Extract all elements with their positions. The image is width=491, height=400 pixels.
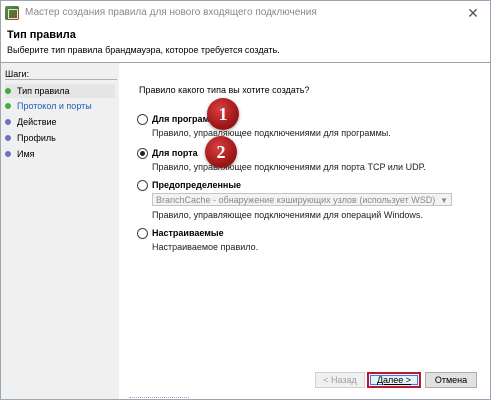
step-profile: Профиль [5,131,115,145]
cancel-button-label: Отмена [434,375,468,385]
option-program[interactable]: Для программы Правило, управляющее подкл… [137,114,477,140]
steps-label: Шаги: [5,69,30,79]
step-action: Действие [5,115,115,129]
step-label: Профиль [17,133,56,143]
option-label[interactable]: Для порта [152,148,198,158]
page-header: Тип правила Выберите тип правила брандма… [1,25,490,61]
steps-sidebar: Шаги: Тип правила Протокол и порты Дейст… [1,63,119,399]
step-pending-dot-icon [5,150,11,157]
option-description: Правило, управляющее подключениями для п… [152,128,391,138]
option-label[interactable]: Настраиваемые [152,228,224,238]
option-custom[interactable]: Настраиваемые Настраиваемое правило. [137,228,477,254]
chevron-down-icon[interactable]: ▼ [440,194,448,207]
wizard-window: Мастер создания правила для нового входя… [0,0,491,400]
step-done-dot-icon [5,102,11,109]
step-pending-dot-icon [5,134,11,141]
steps-divider [5,79,117,80]
step-label: Тип правила [17,86,70,96]
radio-predefined[interactable] [137,180,148,191]
step-done-dot-icon [5,87,11,94]
option-predefined[interactable]: Предопределенные BranchCache - обнаружен… [137,180,477,220]
option-description: Настраиваемое правило. [152,242,259,252]
main-panel: Правило какого типа вы хотите создать? Д… [119,63,490,399]
option-port[interactable]: Для порта Правило, управляющее подключен… [137,148,477,174]
back-button[interactable]: < Назад [315,372,365,388]
radio-custom[interactable] [137,228,148,239]
step-name: Имя [5,147,115,161]
next-button[interactable]: Далее > [367,372,421,388]
close-button[interactable]: ✕ [464,4,482,22]
predefined-rules-dropdown[interactable]: BranchCache - обнаружение кэширующих узл… [152,193,452,206]
radio-port[interactable] [137,148,148,159]
step-marker-badge: 2 [205,136,237,168]
radio-program[interactable] [137,114,148,125]
firewall-app-icon [5,6,19,20]
title-bar[interactable]: Мастер создания правила для нового входя… [1,1,490,25]
page-title: Тип правила [7,29,76,41]
step-rule-type: Тип правила [5,84,115,98]
cancel-button[interactable]: Отмена [425,372,477,388]
step-pending-dot-icon [5,118,11,125]
rule-type-question: Правило какого типа вы хотите создать? [139,85,310,95]
step-label[interactable]: Протокол и порты [17,101,92,111]
option-description: Правило, управляющее подключениями для п… [152,162,426,172]
step-marker-badge: 1 [207,98,239,130]
window-title: Мастер создания правила для нового входя… [25,7,317,18]
next-button-label: Далее > [376,375,412,385]
page-subtitle: Выберите тип правила брандмауэра, которо… [7,45,280,55]
dropdown-value: BranchCache - обнаружение кэширующих узл… [156,195,436,205]
option-label[interactable]: Предопределенные [152,180,241,190]
step-label: Действие [17,117,57,127]
step-label: Имя [17,149,35,159]
step-protocol-ports[interactable]: Протокол и порты [5,99,115,113]
back-button-label: < Назад [323,375,357,385]
option-description: Правило, управляющее подключениями для о… [152,210,423,220]
